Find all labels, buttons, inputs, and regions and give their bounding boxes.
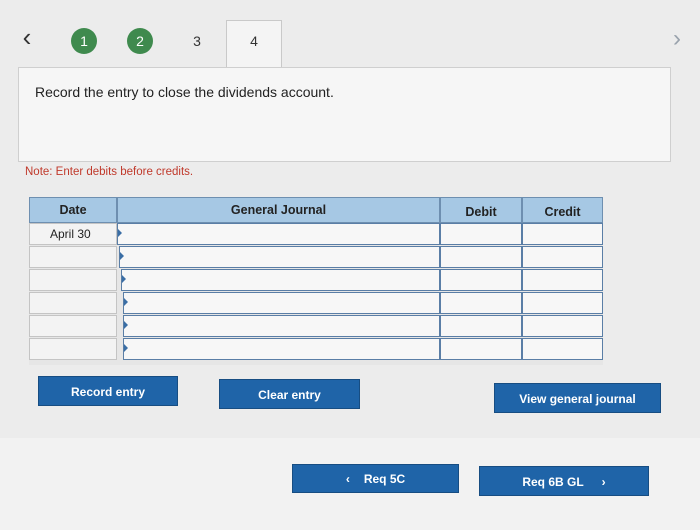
row-5-credit-input[interactable] [522,315,603,337]
row-6-credit-input[interactable] [522,338,603,360]
row-1-credit-input[interactable] [522,223,603,245]
view-general-journal-button[interactable]: View general journal [494,383,661,413]
row-6-account-input[interactable] [123,338,440,360]
chevron-right-icon: › [601,475,606,489]
next-requirement-button[interactable]: Req 6B GL › [479,466,649,496]
prev-requirement-label: Req 5C [363,472,406,486]
chevron-right-icon[interactable]: › [664,24,690,54]
row-marker-icon [120,252,124,260]
header-general-journal: General Journal [117,197,440,223]
question-nav: ‹ 1 2 3 4 › [0,0,700,70]
header-credit: Credit [522,197,603,223]
step-4-tab[interactable]: 4 [226,20,282,69]
row-4-date [29,292,117,314]
instruction-panel: Record the entry to close the dividends … [18,67,671,162]
prev-requirement-button[interactable]: ‹ Req 5C [292,464,459,493]
row-4-debit-input[interactable] [440,292,522,314]
row-2-date [29,246,117,268]
row-marker-icon [124,298,128,306]
instruction-text: Record the entry to close the dividends … [35,84,334,100]
row-3-credit-input[interactable] [522,269,603,291]
row-1-date: April 30 [29,223,117,245]
row-3-debit-input[interactable] [440,269,522,291]
record-entry-button[interactable]: Record entry [38,376,178,406]
step-2[interactable]: 2 [127,28,153,54]
row-5-debit-input[interactable] [440,315,522,337]
row-1-debit-input[interactable] [440,223,522,245]
row-6-debit-input[interactable] [440,338,522,360]
row-4-account-input[interactable] [123,292,440,314]
note-text: Note: Enter debits before credits. [25,166,194,178]
row-marker-icon [118,229,122,237]
row-1-account-input[interactable] [117,223,440,245]
row-marker-icon [122,275,126,283]
step-3[interactable]: 3 [184,28,210,54]
row-6-date [29,338,117,360]
row-4-credit-input[interactable] [522,292,603,314]
step-1[interactable]: 1 [71,28,97,54]
header-debit: Debit [440,197,522,223]
row-2-account-input[interactable] [119,246,440,268]
chevron-left-icon: ‹ [345,472,350,486]
row-5-account-input[interactable] [123,315,440,337]
header-date: Date [29,197,117,223]
journal-header-row: Date General Journal Debit Credit [29,197,603,223]
chevron-left-icon[interactable]: ‹ [14,22,40,52]
journal-table: Date General Journal Debit Credit April … [29,197,603,365]
next-requirement-label: Req 6B GL [522,475,584,489]
row-3-account-input[interactable] [121,269,440,291]
row-5-date [29,315,117,337]
row-marker-icon [124,344,128,352]
row-marker-icon [124,321,128,329]
row-3-date [29,269,117,291]
row-2-credit-input[interactable] [522,246,603,268]
clear-entry-button[interactable]: Clear entry [219,379,360,409]
row-2-debit-input[interactable] [440,246,522,268]
